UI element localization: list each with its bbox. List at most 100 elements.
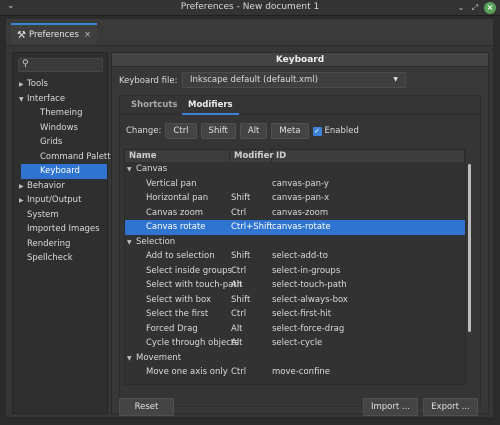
- table-row[interactable]: Add to selection Shift select-add-to: [125, 249, 465, 264]
- sidebar-item-input-output[interactable]: ▶ Input/Output: [13, 193, 107, 208]
- import-button[interactable]: Import ...: [363, 398, 418, 416]
- sidebar-item-command-palette[interactable]: Command Palette: [13, 150, 116, 165]
- page-title: Keyboard: [112, 53, 488, 67]
- expander-closed-icon[interactable]: ▶: [19, 180, 27, 195]
- table-group-row[interactable]: ▼ Movement: [125, 351, 465, 366]
- sidebar-item-spellcheck[interactable]: Spellcheck: [13, 251, 107, 266]
- table-row[interactable]: Forced Drag Alt select-force-drag: [125, 322, 465, 337]
- maximize-button[interactable]: ⤢: [469, 2, 481, 14]
- cell-name: Select with box: [125, 293, 230, 308]
- tab-preferences[interactable]: ⚒ Preferences ×: [11, 23, 98, 45]
- preferences-sidebar: ⚲ ▶ Tools ▼ Interface Themeing Windows Grids Co…: [12, 52, 116, 414]
- cell-name-text: Selection: [136, 236, 176, 247]
- tab-modifiers[interactable]: Modifiers: [182, 100, 239, 115]
- sidebar-item-rendering[interactable]: Rendering: [13, 237, 107, 252]
- cell-name: Cycle through objects: [125, 336, 239, 351]
- sidebar-item-behavior[interactable]: ▶ Behavior: [13, 179, 107, 194]
- sidebar-item-system[interactable]: System: [13, 208, 107, 223]
- enabled-checkbox[interactable]: ✓ Enabled: [312, 126, 359, 136]
- tab-preferences-label: Preferences: [28, 30, 79, 40]
- window-title: Preferences - New document 1: [180, 2, 320, 12]
- table-body: ▼ Canvas Vertical pan canvas-pan-y Horizonta…: [125, 162, 465, 380]
- table-row[interactable]: Horizontal pan Shift canvas-pan-x: [125, 191, 465, 206]
- table-row[interactable]: Select with box Shift select-always-box: [125, 293, 465, 308]
- cell-name: Canvas zoom: [125, 206, 230, 221]
- cell-name: Select with touch-path: [125, 278, 242, 293]
- table-row[interactable]: Select with touch-path Alt select-touch-pa…: [125, 278, 465, 293]
- expander-closed-icon[interactable]: ▶: [19, 194, 27, 209]
- cell-name-text: Add to selection: [146, 251, 215, 261]
- sidebar-item-label: Tools: [27, 79, 48, 89]
- cell-id: canvas-zoom: [272, 207, 329, 218]
- cell-modifier: [230, 177, 272, 192]
- expander-closed-icon[interactable]: ▶: [19, 78, 27, 93]
- table-row[interactable]: Vertical pan canvas-pan-y: [125, 177, 465, 192]
- column-header-id[interactable]: ID: [272, 150, 465, 162]
- keyboard-file-dropdown[interactable]: Inkscape default (default.xml) ▼: [182, 72, 406, 88]
- table-row[interactable]: Cycle through objects Alt select-cycle: [125, 336, 465, 351]
- table-row[interactable]: Select inside groups Ctrl select-in-groups: [125, 264, 465, 279]
- column-header-name[interactable]: Name: [125, 150, 230, 162]
- cell-id: select-cycle: [272, 338, 323, 348]
- export-button[interactable]: Export ...: [423, 398, 478, 416]
- sidebar-item-grids[interactable]: Grids: [13, 135, 107, 150]
- sidebar-item-label: Command Palette: [40, 151, 116, 162]
- cell-name-text: Select inside groups: [146, 265, 232, 276]
- table-scrollbar[interactable]: [468, 164, 471, 332]
- search-input[interactable]: ⚲: [18, 58, 103, 72]
- tab-shortcuts[interactable]: Shortcuts: [125, 100, 183, 115]
- cell-modifier: Ctrl: [231, 265, 247, 276]
- expander-open-icon[interactable]: ▼: [19, 93, 27, 108]
- minimize-button[interactable]: ⌄: [455, 2, 467, 14]
- keyboard-panel: Keyboard Keyboard file: Inkscape default…: [111, 52, 489, 416]
- sidebar-item-label: Spellcheck: [27, 253, 73, 263]
- modifier-shift-button[interactable]: Shift: [200, 123, 236, 139]
- table-row[interactable]: Select the first Ctrl select-first-hit: [125, 307, 465, 322]
- dialog-frame: ⚒ Preferences × ⚲ ▶ Tools ▼ Interface Themei…: [5, 18, 494, 418]
- keyboard-tabs: Shortcuts Modifiers: [120, 96, 480, 115]
- expander-open-icon[interactable]: ▼: [127, 236, 136, 251]
- modifier-ctrl-button[interactable]: Ctrl: [165, 123, 197, 139]
- cell-name: Move one axis only: [125, 365, 230, 380]
- cell-name: Select the first: [125, 307, 230, 322]
- modifier-alt-button[interactable]: Alt: [239, 123, 268, 139]
- cell-modifier: Ctrl: [231, 309, 247, 319]
- sidebar-item-tools[interactable]: ▶ Tools: [13, 77, 107, 92]
- expander-open-icon[interactable]: ▼: [127, 163, 136, 178]
- tab-close-icon[interactable]: ×: [84, 30, 91, 40]
- table-row[interactable]: Canvas rotate Ctrl+Shift canvas-rotate: [125, 220, 465, 235]
- table-row[interactable]: Move one axis only Ctrl move-confine: [125, 365, 465, 380]
- cell-name: ▼ Movement: [125, 351, 230, 366]
- modifier-meta-button[interactable]: Meta: [271, 123, 309, 139]
- cell-id: select-touch-path: [272, 280, 347, 290]
- chevron-down-icon: ▼: [393, 76, 398, 83]
- close-window-button[interactable]: ×: [484, 2, 496, 14]
- tabbar-divider: [6, 45, 493, 46]
- sidebar-item-label: Imported Images: [27, 224, 100, 234]
- cell-id: canvas-rotate: [272, 222, 331, 232]
- cell-modifier: Shift: [231, 251, 251, 261]
- sidebar-item-keyboard[interactable]: Keyboard: [21, 164, 107, 179]
- expander-open-icon[interactable]: ▼: [127, 352, 136, 367]
- cell-id: select-always-box: [272, 294, 348, 305]
- table-row[interactable]: Canvas zoom Ctrl canvas-zoom: [125, 206, 465, 221]
- cell-id: move-confine: [272, 367, 331, 377]
- cell-modifier: Alt: [231, 280, 243, 290]
- sidebar-item-themeing[interactable]: Themeing: [13, 106, 107, 121]
- cell-name-text: Vertical pan: [146, 178, 197, 189]
- window-titlebar: ⌄ Preferences - New document 1 ⌄ ⤢ ×: [0, 0, 500, 16]
- reset-button[interactable]: Reset: [119, 398, 174, 416]
- cell-modifier: Alt: [231, 338, 243, 348]
- sidebar-item-windows[interactable]: Windows: [13, 121, 107, 136]
- cell-name: Select inside groups: [125, 264, 232, 279]
- table-group-row[interactable]: ▼ Canvas: [125, 162, 465, 177]
- cell-name-text: Select with box: [146, 294, 212, 305]
- cell-name-text: Select the first: [146, 309, 209, 319]
- cell-name-text: Horizontal pan: [146, 193, 209, 203]
- sidebar-item-interface[interactable]: ▼ Interface: [13, 92, 107, 107]
- column-header-modifier[interactable]: Modifier: [230, 150, 274, 162]
- sidebar-item-imported-images[interactable]: Imported Images: [13, 222, 107, 237]
- table-group-row[interactable]: ▼ Selection: [125, 235, 465, 250]
- dock-tabbar: ⚒ Preferences ×: [6, 19, 493, 45]
- preferences-tree: ▶ Tools ▼ Interface Themeing Windows Grids Comm…: [13, 77, 116, 266]
